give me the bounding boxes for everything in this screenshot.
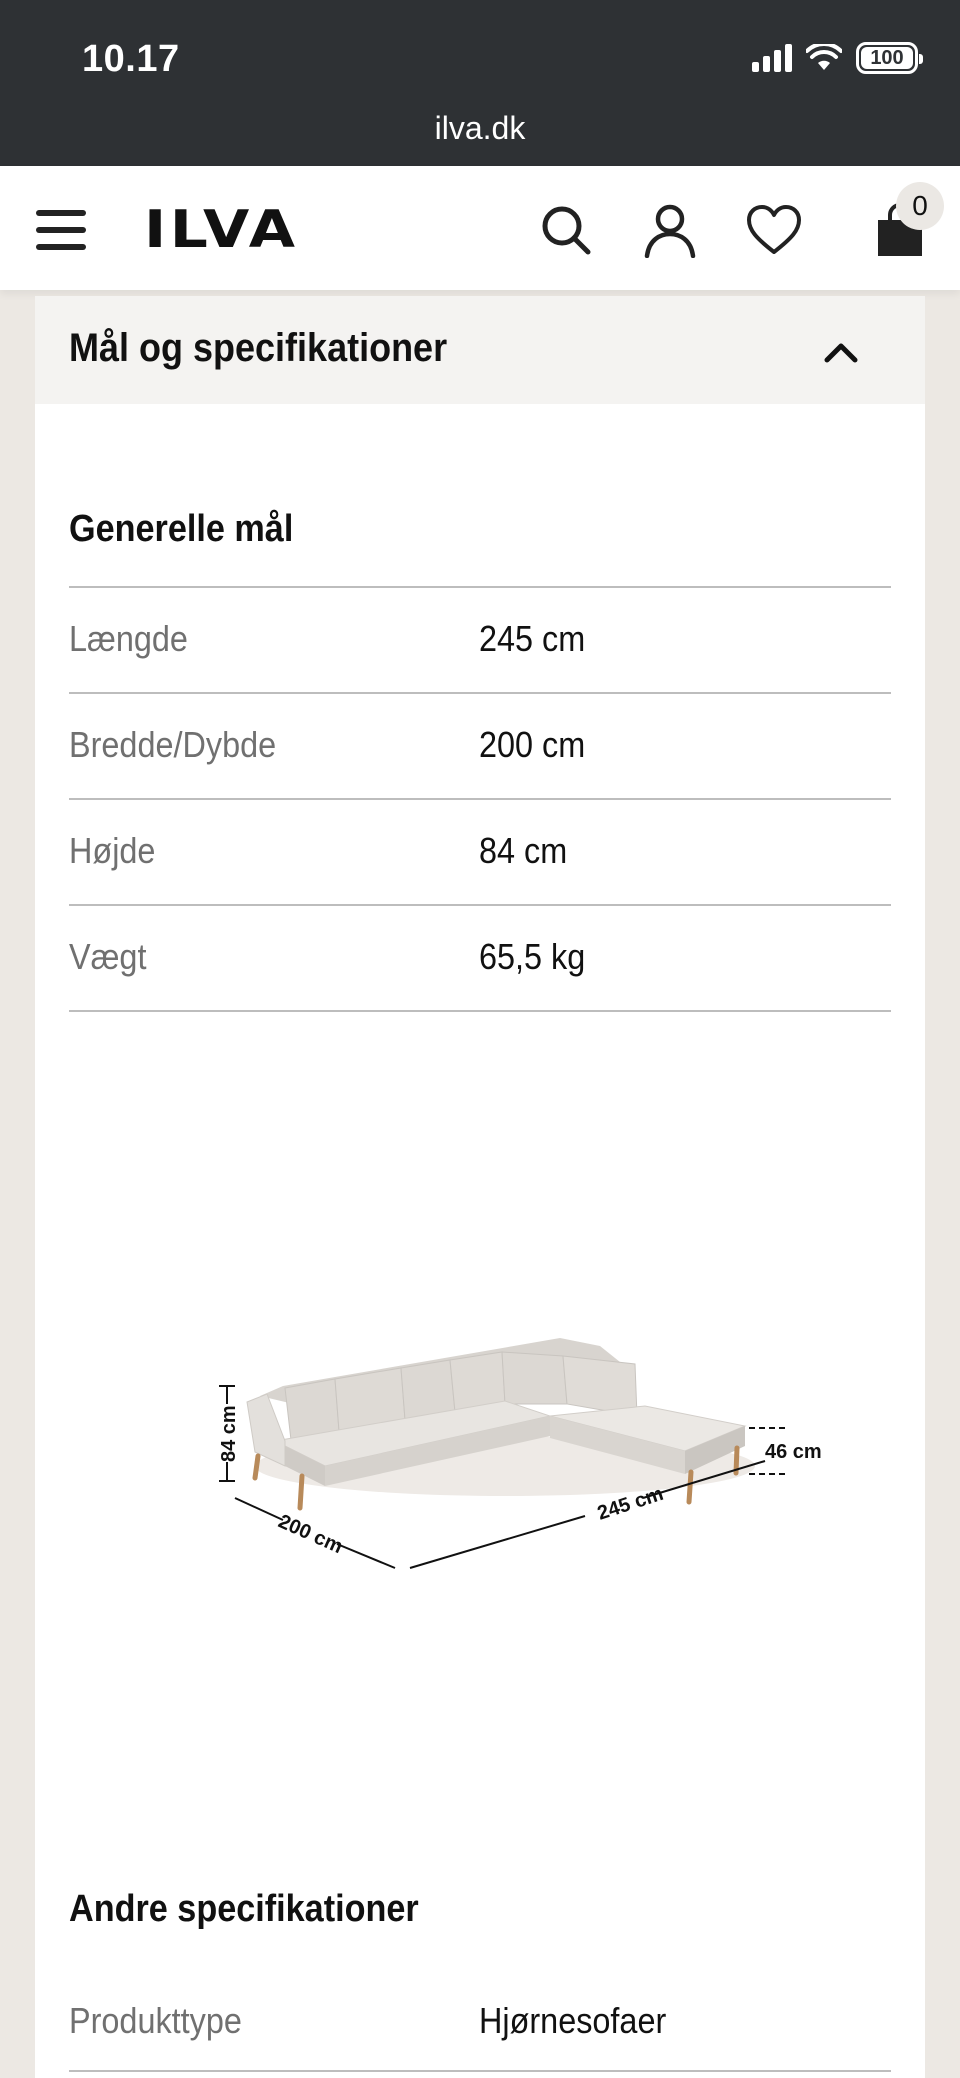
cart-count-badge: 0 — [896, 182, 944, 230]
sofa-dimension-diagram: 84 cm 200 cm 245 cm 46 cm — [215, 1338, 822, 1569]
search-icon[interactable] — [538, 202, 594, 258]
spec-value: Hjørnesofaer — [479, 2000, 667, 2041]
menu-icon[interactable] — [36, 210, 86, 250]
specifications-card: Mål og specifikationer Generelle mål Læn… — [35, 296, 925, 2078]
status-bar: 10.17 100 ilva.dk — [0, 0, 960, 166]
divider — [69, 2070, 891, 2072]
status-time: 10.17 — [82, 38, 180, 80]
spec-value: 65,5 kg — [479, 936, 586, 977]
chevron-up-icon[interactable] — [821, 332, 861, 372]
other-specifications-title: Andre specifikationer — [69, 1888, 419, 1930]
accordion-header[interactable]: Mål og specifikationer — [35, 296, 925, 404]
spec-value: 84 cm — [479, 830, 568, 871]
spec-label: Produkttype — [69, 2000, 242, 2041]
site-header: ILVA 0 — [0, 166, 960, 290]
seat-height-dimension-label: 46 cm — [765, 1441, 822, 1463]
depth-dimension-label: 200 cm — [275, 1510, 346, 1558]
spec-row-width: Bredde/Dybde 200 cm — [69, 692, 891, 798]
general-dimensions-title: Generelle mål — [69, 508, 294, 550]
divider — [69, 1010, 891, 1012]
battery-icon: 100 — [856, 42, 923, 74]
status-icons: 100 — [752, 42, 923, 74]
height-dimension-label: 84 cm — [218, 1405, 240, 1462]
url-bar[interactable]: ilva.dk — [0, 110, 960, 147]
spec-row-weight: Vægt 65,5 kg — [69, 904, 891, 1010]
spec-label: Længde — [69, 618, 188, 659]
spec-value: 245 cm — [479, 618, 586, 659]
spec-label: Højde — [69, 830, 156, 871]
signal-icon — [752, 44, 792, 72]
spec-label: Bredde/Dybde — [69, 724, 277, 765]
spec-value: 200 cm — [479, 724, 586, 765]
spec-row-length: Længde 245 cm — [69, 586, 891, 692]
heart-icon[interactable] — [746, 202, 802, 258]
user-icon[interactable] — [642, 202, 698, 258]
accordion-title: Mål og specifikationer — [69, 326, 448, 370]
spec-label: Vægt — [69, 936, 147, 977]
spec-row-product-type: Produkttype Hjørnesofaer — [69, 1970, 891, 2076]
wifi-icon — [806, 44, 842, 70]
battery-level: 100 — [870, 46, 904, 69]
spec-row-height: Højde 84 cm — [69, 798, 891, 904]
ilva-logo[interactable]: ILVA — [144, 200, 298, 260]
